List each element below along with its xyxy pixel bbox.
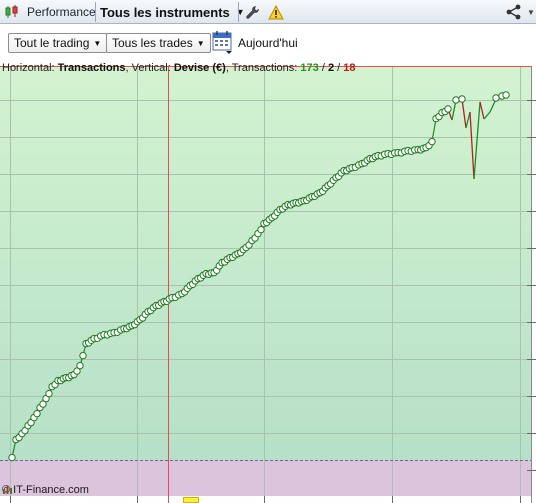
x-axis-position-marker[interactable] <box>183 497 199 503</box>
performance-chart[interactable]: Horizontal: Transactions, Vertical: Devi… <box>0 62 536 503</box>
trades-filter-value: Tous les trades <box>112 36 193 50</box>
trade-point <box>257 225 265 234</box>
trades-filter-select[interactable]: Tous les trades ▼ <box>106 33 211 53</box>
trading-filter-value: Tout le trading <box>14 36 90 50</box>
chevron-down-icon: ▼ <box>93 38 102 48</box>
wrench-icon[interactable] <box>244 0 260 24</box>
trade-point <box>33 409 41 418</box>
today-button[interactable]: Aujourd'hui <box>238 36 298 50</box>
trade-point <box>452 96 460 104</box>
warning-icon[interactable] <box>268 0 284 24</box>
chevron-down-icon: ▼ <box>196 38 205 48</box>
vertical-label: Vertical: <box>131 62 171 74</box>
trade-point <box>458 95 466 103</box>
trade-point <box>79 351 87 360</box>
instruments-dropdown-label: Tous les instruments <box>100 4 230 20</box>
tab-divider <box>238 2 239 22</box>
trade-point <box>502 91 510 99</box>
trade-point <box>444 105 452 113</box>
trade-point <box>45 389 53 398</box>
equity-curve-plot[interactable] <box>0 62 536 503</box>
tab-divider <box>95 2 96 22</box>
chart-header: Horizontal: Transactions, Vertical: Devi… <box>2 62 356 74</box>
it-finance-logo-icon <box>3 486 12 494</box>
winning-count: 173 <box>300 62 319 74</box>
horizontal-value: Transactions <box>57 62 126 74</box>
tab-performance[interactable]: Performance <box>27 0 96 24</box>
horizontal-label: Horizontal: <box>2 62 55 74</box>
copyright-label: © IT-Finance.com <box>2 484 89 496</box>
profit-zone <box>0 66 531 460</box>
instruments-dropdown[interactable]: Tous les instruments ▼ <box>100 0 245 24</box>
chevron-down-icon[interactable]: ▼ <box>526 0 536 24</box>
trade-point <box>8 453 16 462</box>
tab-performance-label: Performance <box>27 5 96 19</box>
share-icon[interactable] <box>504 0 524 24</box>
vertical-value: Devise (€) <box>173 62 226 74</box>
trade-point <box>428 137 436 146</box>
candlestick-chart-icon[interactable] <box>3 0 21 24</box>
copyright-text: © IT-Finance.com <box>2 484 89 496</box>
losing-count: 18 <box>343 62 356 74</box>
filter-toolbar: Tout le trading ▼ Tous les trades ▼ Aujo… <box>0 24 536 62</box>
trade-point <box>76 361 84 370</box>
calendar-icon[interactable] <box>212 30 234 54</box>
trading-filter-select[interactable]: Tout le trading ▼ <box>8 33 108 53</box>
tab-bar: Performance Tous les instruments ▼ ▼ <box>0 0 536 24</box>
transactions-label: Transactions: <box>231 62 298 74</box>
trade-point <box>492 94 500 102</box>
